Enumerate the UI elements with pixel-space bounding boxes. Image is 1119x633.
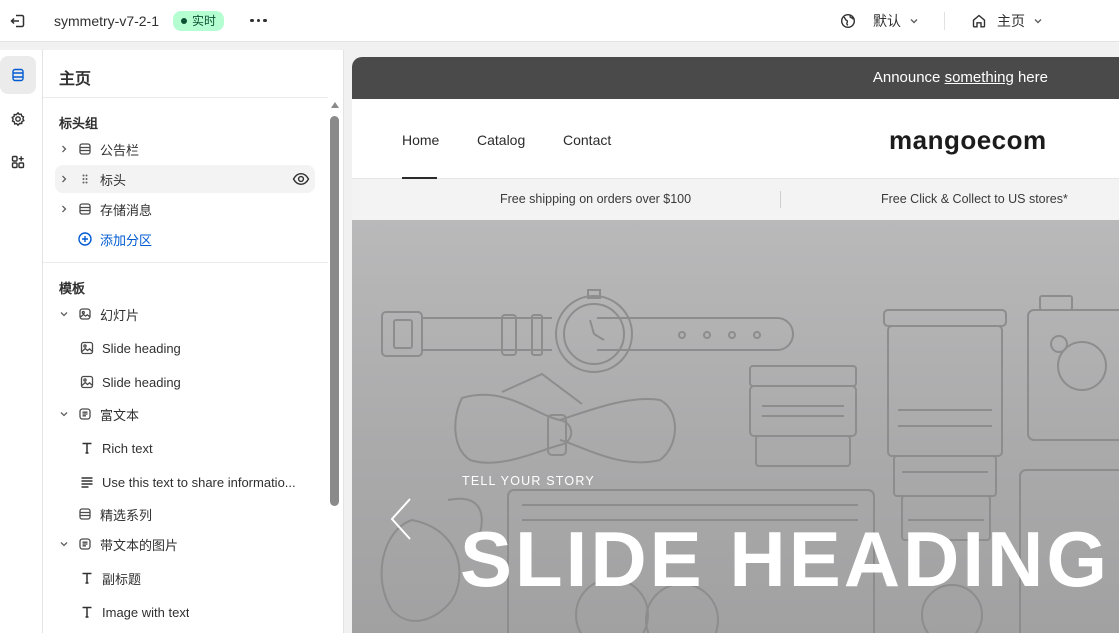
visibility-eye-icon[interactable] <box>291 169 311 192</box>
section-icon <box>74 139 96 159</box>
section-label: 带文本的图片 <box>100 537 179 553</box>
section-announcement-bar[interactable]: 公告栏 <box>55 135 315 163</box>
top-bar: symmetry-v7-2-1 实时 默认 主页 <box>0 0 1119 42</box>
theme-settings-tab[interactable] <box>0 100 36 138</box>
live-status-badge: 实时 <box>173 10 225 31</box>
nav-link-contact[interactable]: Contact <box>563 132 611 148</box>
announcement-link[interactable]: something <box>945 69 1014 86</box>
section-featured-collection[interactable]: 精选系列 <box>55 500 315 528</box>
section-slideshow[interactable]: 幻灯片 <box>55 300 315 328</box>
drag-handle-icon[interactable] <box>74 169 96 189</box>
section-icon <box>74 504 96 524</box>
editor-rail <box>0 50 43 633</box>
theme-name: symmetry-v7-2-1 <box>54 12 160 29</box>
chevron-down-icon <box>1034 19 1042 24</box>
add-section-button[interactable]: 添加分区 <box>55 225 315 253</box>
status-dot-icon <box>181 17 188 24</box>
store-logo[interactable]: mangoecom <box>889 125 1047 156</box>
status-label: 实时 <box>192 14 217 28</box>
announcement-bar: Announce something here <box>352 57 1119 99</box>
collect-message: Free Click & Collect to US stores* <box>881 192 1068 206</box>
block-label: Image with text <box>102 604 190 620</box>
plus-circle-icon <box>74 229 96 249</box>
locale-label: 默认 <box>873 13 901 29</box>
sections-sidebar: 主页 标头组 公告栏 标头 存储消息 添加分区 模板 幻灯片 Slide hea… <box>43 50 344 633</box>
divider <box>43 262 328 263</box>
section-label: 幻灯片 <box>100 307 140 323</box>
announcement-text: Announce something here <box>872 69 1048 86</box>
section-label: 公告栏 <box>100 142 140 158</box>
shipping-message: Free shipping on orders over $100 <box>500 192 692 206</box>
nav-link-catalog[interactable]: Catalog <box>477 132 525 148</box>
section-rich-text[interactable]: 富文本 <box>55 400 315 428</box>
slideshow-hero: TELL YOUR STORY SLIDE HEADING <box>352 220 1119 633</box>
topbar-divider <box>944 12 945 30</box>
section-header[interactable]: 标头 <box>55 165 315 193</box>
more-actions-button[interactable] <box>250 11 267 31</box>
section-store-messages[interactable]: 存储消息 <box>55 195 315 223</box>
section-label: 富文本 <box>100 407 140 423</box>
slide-kicker: TELL YOUR STORY <box>462 474 595 488</box>
app-embeds-tab[interactable] <box>0 143 36 181</box>
shipping-info-bar: Free shipping on orders over $100 Free C… <box>352 179 1119 220</box>
globe-icon <box>840 13 856 29</box>
nav-link-home[interactable]: Home <box>402 132 439 148</box>
store-preview: Announce something here Home Catalog Con… <box>352 57 1119 633</box>
chevron-down-icon <box>910 19 918 24</box>
block-label: Rich text <box>102 440 153 456</box>
text-block-icon <box>74 534 96 554</box>
home-icon <box>972 14 986 28</box>
block-subheading[interactable]: 副标题 <box>75 564 321 592</box>
slide-heading: SLIDE HEADING <box>460 515 1111 603</box>
section-label: 标头 <box>100 172 127 188</box>
block-label: Use this text to share informatio... <box>102 474 296 490</box>
text-t-icon <box>76 438 98 458</box>
section-icon <box>74 199 96 219</box>
section-label: 存储消息 <box>100 202 153 218</box>
sidebar-scrollbar[interactable] <box>330 116 339 506</box>
chevron-down-icon[interactable] <box>55 409 73 419</box>
block-heading[interactable]: Image with text <box>75 598 321 626</box>
add-section-label: 添加分区 <box>100 232 153 248</box>
text-block-icon <box>74 404 96 424</box>
chevron-right-icon[interactable] <box>55 144 73 154</box>
locale-selector[interactable]: 默认 <box>840 0 920 42</box>
slideshow-icon <box>74 304 96 324</box>
sections-icon <box>12 68 24 82</box>
block-rich-text-paragraph[interactable]: Use this text to share informatio... <box>75 468 321 496</box>
ellipsis-icon <box>250 18 254 23</box>
exit-button[interactable] <box>0 0 36 42</box>
page-selector[interactable]: 主页 <box>971 0 1044 42</box>
exit-icon <box>10 14 25 27</box>
image-icon <box>76 372 98 392</box>
section-label: 精选系列 <box>100 507 153 523</box>
block-rich-text-heading[interactable]: Rich text <box>75 434 321 462</box>
block-slide[interactable]: Slide heading <box>75 334 321 362</box>
text-t-icon <box>76 568 98 588</box>
block-slide[interactable]: Slide heading <box>75 368 321 396</box>
store-header: Home Catalog Contact mangoecom <box>352 99 1119 179</box>
scroll-up-arrow-icon[interactable] <box>331 102 339 108</box>
page-label: 主页 <box>997 13 1025 29</box>
gear-icon <box>11 111 25 127</box>
sidebar-title: 主页 <box>59 71 92 88</box>
divider <box>780 191 781 208</box>
sections-tab[interactable] <box>0 56 36 94</box>
image-icon <box>76 338 98 358</box>
chevron-right-icon[interactable] <box>55 204 73 214</box>
apps-icon <box>11 155 25 169</box>
block-label: 副标题 <box>102 571 142 587</box>
block-label: Slide heading <box>102 340 181 356</box>
paragraph-icon <box>76 472 98 492</box>
slide-previous-chevron-icon[interactable] <box>388 496 418 542</box>
chevron-right-icon[interactable] <box>55 174 73 184</box>
chevron-down-icon[interactable] <box>55 309 73 319</box>
header-group-title: 标头组 <box>59 116 99 131</box>
block-label: Slide heading <box>102 374 181 390</box>
divider <box>43 97 328 98</box>
section-image-with-text[interactable]: 带文本的图片 <box>55 530 315 558</box>
text-t-icon <box>76 602 98 622</box>
chevron-down-icon[interactable] <box>55 539 73 549</box>
template-group-title: 模板 <box>59 281 86 296</box>
